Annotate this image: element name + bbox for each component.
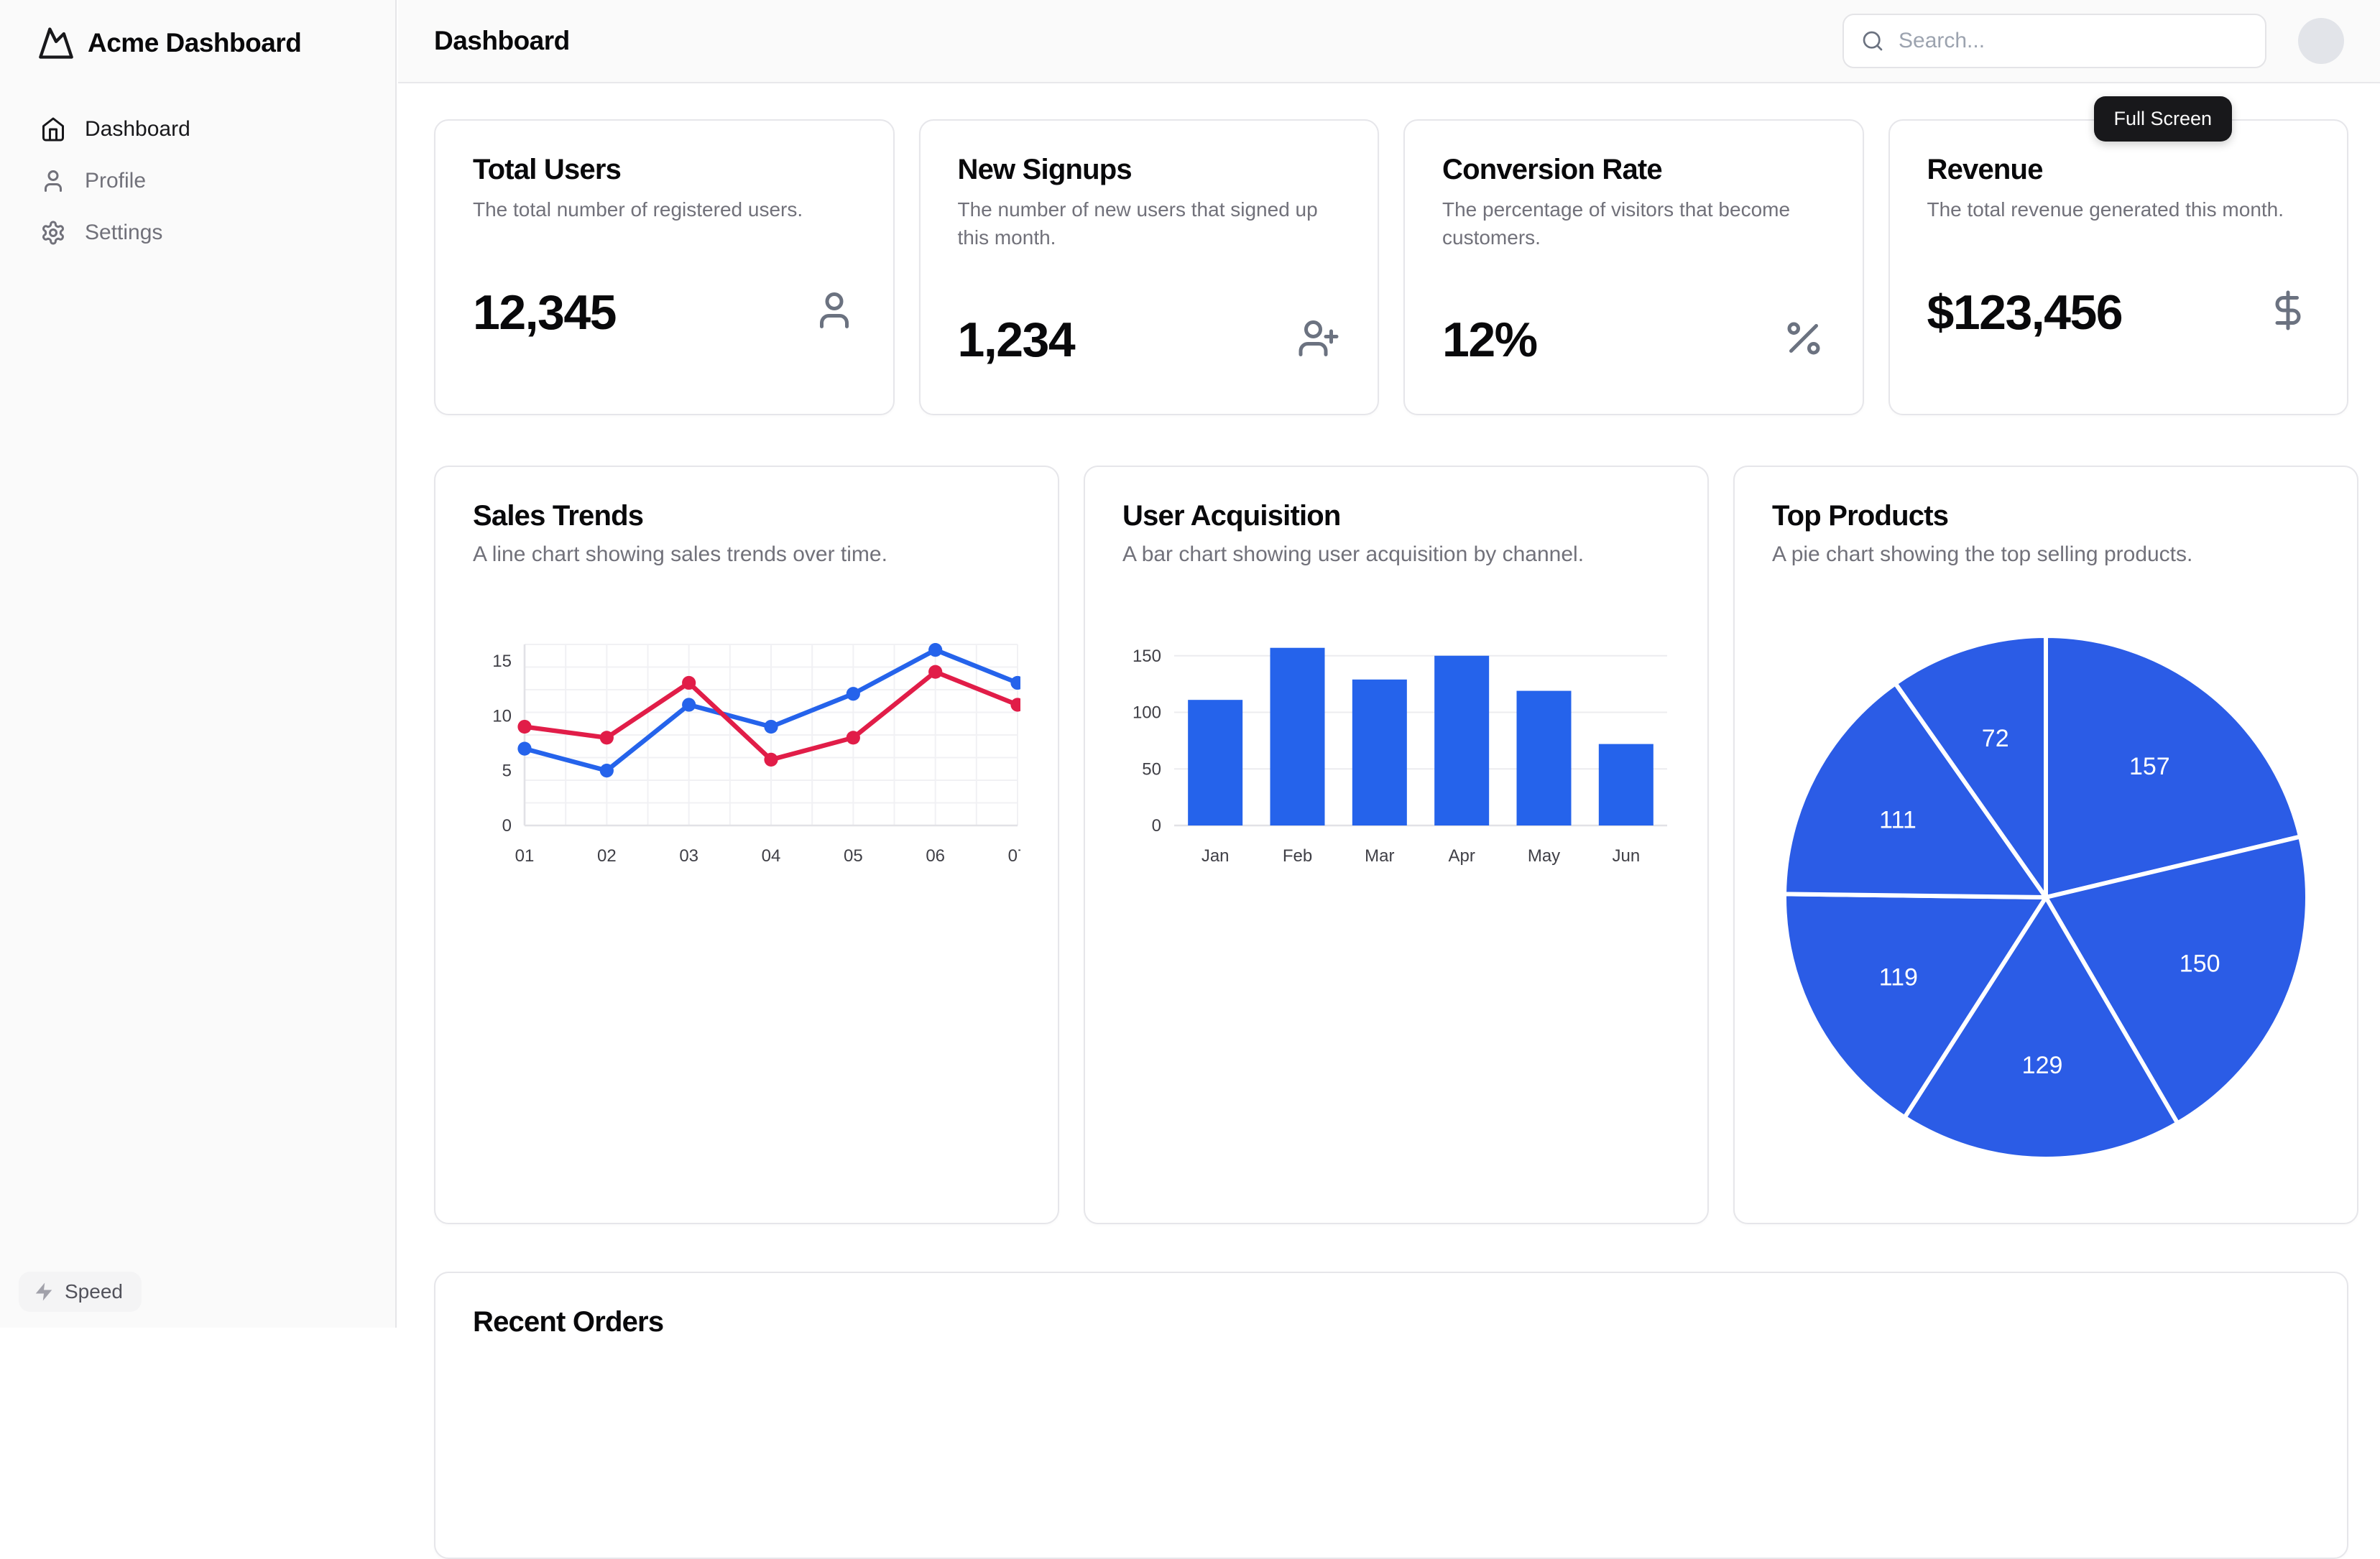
stat-value: $123,456 — [1927, 284, 2123, 341]
user-icon — [40, 168, 66, 194]
user-icon — [813, 289, 856, 336]
sidebar-item-label: Dashboard — [85, 117, 190, 142]
svg-text:May: May — [1528, 846, 1560, 866]
stat-card-total-users: Total Users The total number of register… — [434, 119, 895, 415]
svg-text:Jan: Jan — [1201, 846, 1230, 866]
svg-text:0: 0 — [502, 816, 512, 836]
percent-icon — [1782, 317, 1825, 364]
stat-description: The total number of registered users. — [473, 196, 856, 224]
app-title: Acme Dashboard — [88, 28, 301, 58]
full-screen-tooltip: Full Screen — [2094, 96, 2233, 142]
sidebar-item-profile[interactable]: Profile — [0, 155, 395, 207]
stat-description: The number of new users that signed up t… — [958, 196, 1341, 251]
svg-text:03: 03 — [679, 846, 698, 866]
svg-text:150: 150 — [2180, 950, 2220, 978]
svg-text:129: 129 — [2022, 1052, 2063, 1079]
chart-subtitle: A bar chart showing user acquisition by … — [1122, 542, 1670, 567]
stat-title: New Signups — [958, 154, 1341, 186]
svg-text:50: 50 — [1142, 759, 1161, 779]
svg-text:07: 07 — [1008, 846, 1020, 866]
sidebar-item-label: Settings — [85, 221, 162, 245]
svg-text:15: 15 — [492, 652, 512, 671]
chart-cards-row: Sales Trends A line chart showing sales … — [434, 466, 2348, 1224]
section-title: Recent Orders — [473, 1306, 2310, 1338]
svg-text:05: 05 — [844, 846, 863, 866]
stat-card-conversion-rate: Conversion Rate The percentage of visito… — [1403, 119, 1864, 415]
lightning-icon — [33, 1281, 55, 1303]
line-chart[interactable]: 05101501020304050607 — [473, 636, 1020, 880]
stat-title: Total Users — [473, 154, 856, 186]
stat-card-new-signups: New Signups The number of new users that… — [919, 119, 1380, 415]
stat-value: 12,345 — [473, 284, 616, 341]
svg-text:01: 01 — [515, 846, 535, 866]
svg-text:10: 10 — [492, 706, 512, 726]
sales-trends-card: Sales Trends A line chart showing sales … — [434, 466, 1059, 1224]
stat-value: 1,234 — [958, 312, 1075, 368]
gear-icon — [40, 220, 66, 246]
svg-text:04: 04 — [762, 846, 781, 866]
app-logo-row: Acme Dashboard — [0, 0, 395, 62]
page-title: Dashboard — [434, 26, 570, 56]
pie-chart[interactable]: 157 150 129 119 111 72 — [1772, 633, 2320, 1162]
search-input[interactable] — [1842, 14, 2266, 68]
stat-description: The percentage of visitors that become c… — [1442, 196, 1825, 251]
chart-title: Top Products — [1772, 500, 2320, 532]
bar-chart[interactable]: 0 50 100 150 Jan Feb Mar Apr May Jun — [1122, 636, 1670, 880]
svg-text:100: 100 — [1133, 703, 1161, 723]
svg-text:72: 72 — [1982, 725, 2009, 752]
user-plus-icon — [1297, 317, 1340, 364]
stat-description: The total revenue generated this month. — [1927, 196, 2310, 224]
sidebar-item-dashboard[interactable]: Dashboard — [0, 103, 395, 155]
sidebar: Acme Dashboard Dashboard Profile Setting… — [0, 0, 397, 1328]
svg-text:Mar: Mar — [1365, 846, 1394, 866]
chart-title: User Acquisition — [1122, 500, 1670, 532]
avatar[interactable] — [2298, 18, 2344, 64]
svg-text:111: 111 — [1879, 806, 1917, 833]
sidebar-nav: Dashboard Profile Settings — [0, 103, 395, 259]
top-products-card: Top Products A pie chart showing the top… — [1733, 466, 2358, 1224]
svg-text:06: 06 — [926, 846, 945, 866]
speed-badge-label: Speed — [65, 1280, 123, 1303]
home-icon — [40, 116, 66, 142]
speed-badge[interactable]: Speed — [19, 1272, 142, 1312]
svg-text:157: 157 — [2129, 753, 2170, 780]
sidebar-item-label: Profile — [85, 169, 146, 193]
svg-text:119: 119 — [1879, 963, 1918, 991]
content: Total Users The total number of register… — [398, 83, 2380, 1328]
stat-value: 12% — [1442, 312, 1537, 368]
recent-orders-card: Recent Orders — [434, 1272, 2348, 1559]
mountain-logo-icon — [37, 24, 75, 62]
chart-title: Sales Trends — [473, 500, 1020, 532]
main-region: Dashboard Total Users The total number o… — [398, 0, 2380, 1328]
header: Dashboard — [398, 0, 2380, 83]
user-acquisition-card: User Acquisition A bar chart showing use… — [1084, 466, 1709, 1224]
search-box — [1842, 14, 2266, 68]
chart-subtitle: A line chart showing sales trends over t… — [473, 542, 1020, 567]
svg-text:5: 5 — [502, 762, 512, 781]
dollar-icon — [2266, 289, 2310, 336]
chart-subtitle: A pie chart showing the top selling prod… — [1772, 542, 2320, 567]
svg-text:0: 0 — [1152, 816, 1161, 836]
stat-title: Conversion Rate — [1442, 154, 1825, 186]
svg-text:150: 150 — [1133, 647, 1161, 666]
stat-card-revenue: Full Screen Revenue The total revenue ge… — [1888, 119, 2349, 415]
sidebar-item-settings[interactable]: Settings — [0, 207, 395, 259]
svg-text:Apr: Apr — [1448, 846, 1475, 866]
search-icon — [1861, 29, 1884, 52]
svg-text:Jun: Jun — [1612, 846, 1640, 866]
stat-cards-row: Total Users The total number of register… — [434, 119, 2348, 415]
svg-text:Feb: Feb — [1283, 846, 1312, 866]
stat-title: Revenue — [1927, 154, 2310, 186]
svg-text:02: 02 — [597, 846, 617, 866]
